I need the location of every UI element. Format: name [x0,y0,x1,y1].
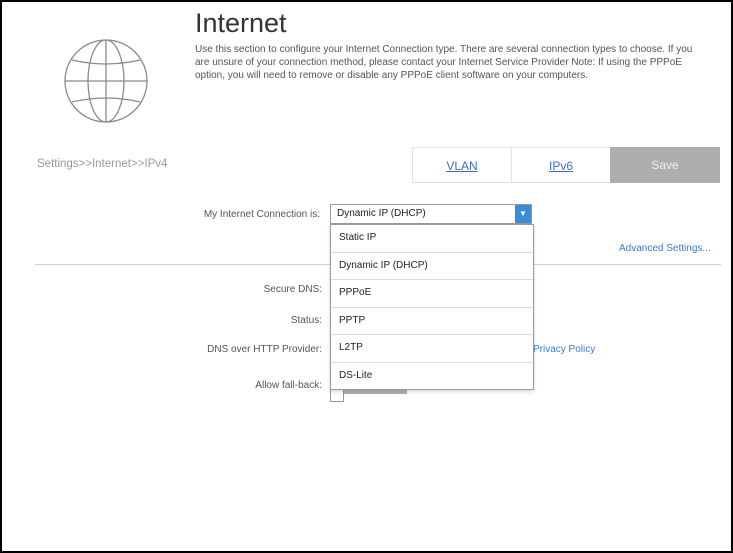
dropdown-option-l2tp[interactable]: L2TP [331,335,533,363]
dropdown-option-ds-lite[interactable]: DS-Lite [331,363,533,390]
connection-type-label: My Internet Connection is: [203,209,320,220]
tab-ipv6[interactable]: IPv6 [511,147,611,183]
connection-type-value: Dynamic IP (DHCP) [337,208,426,219]
dropdown-option-dynamic-ip[interactable]: Dynamic IP (DHCP) [331,253,533,280]
dropdown-option-static-ip[interactable]: Static IP [331,225,533,253]
save-button[interactable]: Save [610,147,720,183]
privacy-policy-link[interactable]: Privacy Policy [533,344,595,355]
dropdown-option-pptp[interactable]: PPTP [331,308,533,335]
page-title: Internet [195,8,287,38]
tab-vlan[interactable]: VLAN [412,147,512,183]
secure-dns-label: Secure DNS: [263,284,322,295]
connection-type-dropdown: Static IP Dynamic IP (DHCP) PPPoE PPTP L… [330,224,534,390]
page-frame: Internet Use this section to configure y… [0,0,733,553]
doh-provider-label: DNS over HTTP Provider: [207,344,322,355]
page-description: Use this section to configure your Inter… [195,44,693,81]
breadcrumb: Settings>>Internet>>IPv4 [37,158,168,170]
allow-fallback-label: Allow fall-back: [255,380,322,391]
dropdown-option-pppoe[interactable]: PPPoE [331,280,533,308]
status-label: Status: [290,315,322,326]
globe-icon [64,39,148,123]
connection-type-select[interactable]: Dynamic IP (DHCP) ▼ [330,204,532,224]
chevron-down-icon[interactable]: ▼ [515,205,531,223]
fallback-checkbox[interactable] [330,388,344,402]
advanced-settings-link[interactable]: Advanced Settings... [619,243,711,254]
